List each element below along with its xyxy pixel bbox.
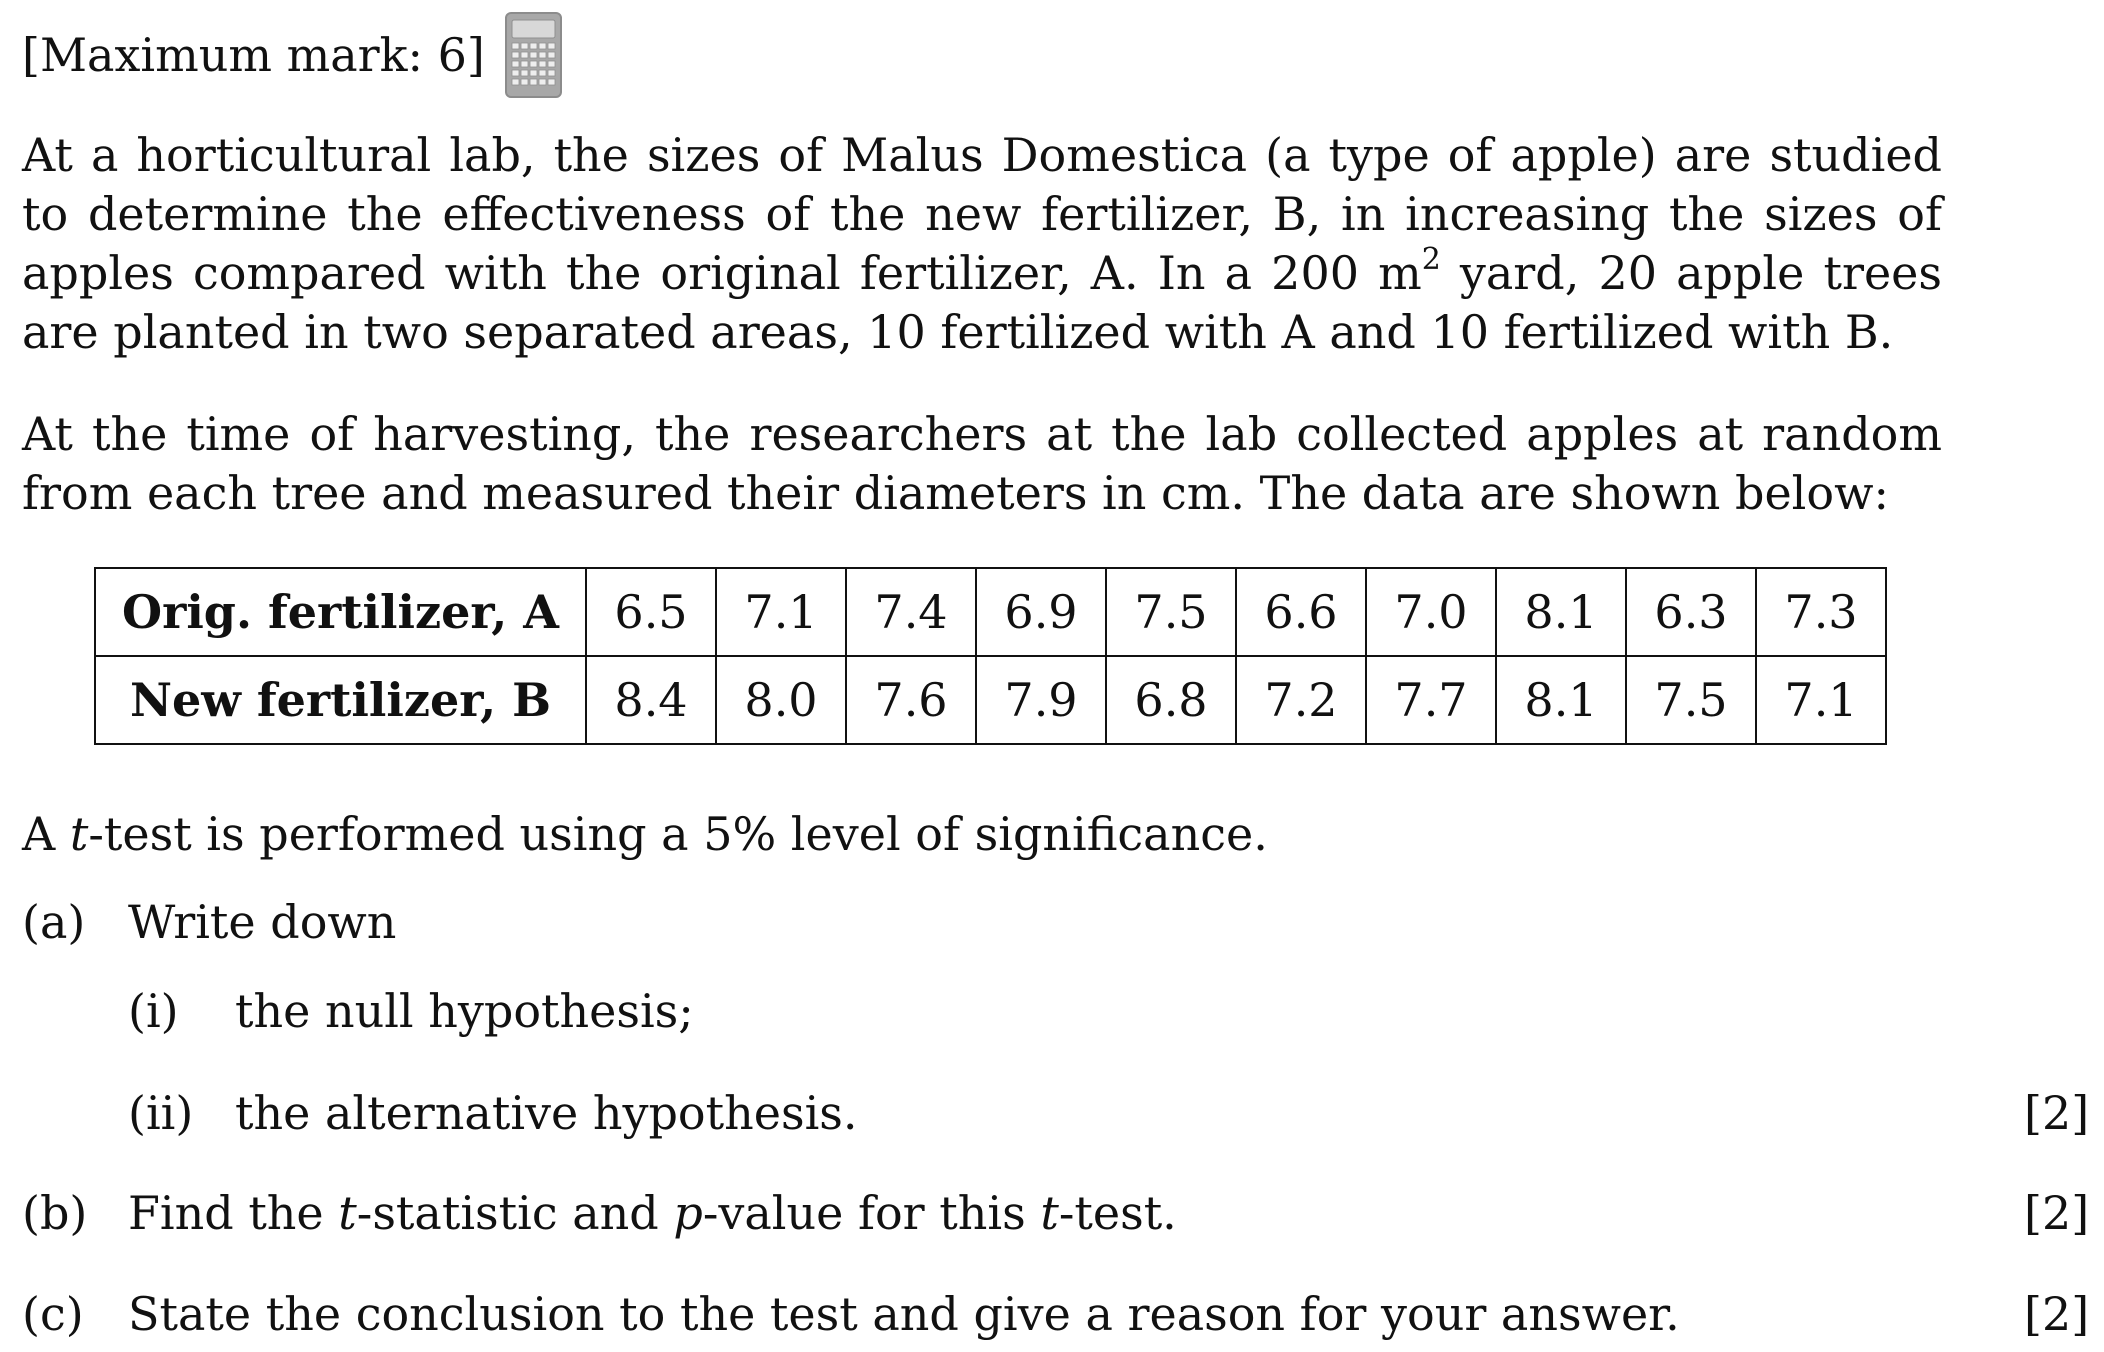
- question-b-label: (b): [22, 1186, 88, 1240]
- table-cell: 7.9: [975, 655, 1107, 745]
- table-cell: 7.1: [715, 567, 847, 657]
- test-italic-t: t: [69, 807, 89, 861]
- table-cell: 7.6: [845, 655, 977, 745]
- table-cell: 7.4: [845, 567, 977, 657]
- question-b-italic-t-2: t: [1040, 1186, 1059, 1240]
- table-cell: 7.5: [1105, 567, 1237, 657]
- question-c-text: State the conclusion to the test and giv…: [128, 1287, 1680, 1341]
- table-cell: 6.8: [1105, 655, 1237, 745]
- question-a-marks: [2]: [2024, 1086, 2090, 1140]
- intro-paragraph-1: At a horticultural lab, the sizes of Mal…: [22, 126, 1942, 362]
- maximum-mark-label: [Maximum mark: 6]: [22, 28, 485, 82]
- question-a-ii-text: the alternative hypothesis.: [235, 1086, 858, 1140]
- table-cell: 8.1: [1495, 567, 1627, 657]
- table-cell: 7.3: [1755, 567, 1887, 657]
- table-cell: 8.0: [715, 655, 847, 745]
- table-cell: 6.6: [1235, 567, 1367, 657]
- table-row: New fertilizer, B 8.4 8.0 7.6 7.9 6.8 7.…: [94, 655, 1887, 745]
- question-a-i-text: the null hypothesis;: [235, 984, 694, 1038]
- table-cell: 6.9: [975, 567, 1107, 657]
- table-cell: 8.4: [585, 655, 717, 745]
- table-cell: 6.3: [1625, 567, 1757, 657]
- question-b-text-part-1: Find the: [128, 1186, 339, 1240]
- calculator-icon: [505, 12, 562, 98]
- question-b-italic-p: p: [673, 1186, 703, 1240]
- question-c-marks: [2]: [2024, 1287, 2090, 1341]
- table-cell: 6.5: [585, 567, 717, 657]
- exam-question-page: [Maximum mark: 6] At a horticultural lab…: [0, 0, 2104, 1352]
- table-cell: 7.5: [1625, 655, 1757, 745]
- table-row: Orig. fertilizer, A 6.5 7.1 7.4 6.9 7.5 …: [94, 567, 1887, 657]
- question-b-text-part-3: -value for this: [702, 1186, 1041, 1240]
- question-b-text-part-2: -statistic and: [356, 1186, 674, 1240]
- question-b-marks: [2]: [2024, 1186, 2090, 1240]
- test-prefix: A: [22, 807, 70, 861]
- question-b-text: Find the t-statistic and p-value for thi…: [128, 1184, 1177, 1242]
- question-a-ii-label: (ii): [128, 1086, 194, 1140]
- area-unit-superscript: 2: [1421, 241, 1441, 277]
- question-b-italic-t-1: t: [338, 1186, 357, 1240]
- table-cell: 7.7: [1365, 655, 1497, 745]
- test-suffix: -test is performed using a 5% level of s…: [88, 807, 1268, 861]
- intro-paragraph-2: At the time of harvesting, the researche…: [22, 407, 1942, 520]
- table-cell: 7.2: [1235, 655, 1367, 745]
- question-a-text: Write down: [128, 895, 397, 949]
- table-cell: 7.1: [1755, 655, 1887, 745]
- table-cell: 7.0: [1365, 567, 1497, 657]
- question-c-label: (c): [22, 1287, 84, 1341]
- question-a-i-label: (i): [128, 984, 179, 1038]
- question-b-text-part-4: -test.: [1058, 1186, 1177, 1240]
- fertilizer-data-table: Orig. fertilizer, A 6.5 7.1 7.4 6.9 7.5 …: [94, 567, 1887, 745]
- question-a-label: (a): [22, 895, 86, 949]
- row-header-fertilizer-a: Orig. fertilizer, A: [94, 567, 587, 657]
- t-test-statement: A t-test is performed using a 5% level o…: [22, 805, 1268, 863]
- row-header-fertilizer-b: New fertilizer, B: [94, 655, 587, 745]
- table-cell: 8.1: [1495, 655, 1627, 745]
